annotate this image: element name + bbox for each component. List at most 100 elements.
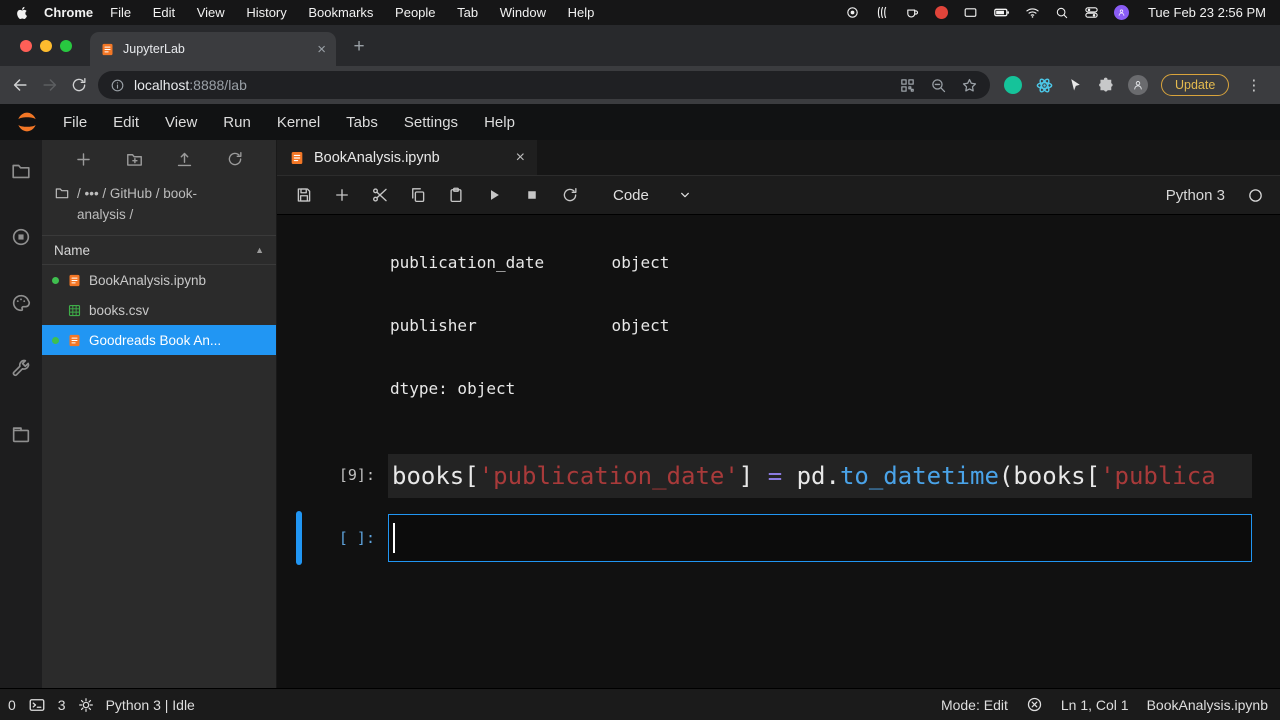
jl-menu-run[interactable]: Run [210, 114, 264, 131]
document-tab-bar: BookAnalysis.ipynb × [277, 140, 1280, 176]
macos-menu-history[interactable]: History [237, 5, 295, 20]
browser-tab-jupyterlab[interactable]: JupyterLab × [90, 32, 336, 66]
kernel-count[interactable]: 0 [8, 697, 16, 713]
active-cell-collapser[interactable] [296, 511, 302, 565]
window-zoom-button[interactable] [60, 40, 72, 52]
new-launcher-icon[interactable] [74, 150, 93, 169]
notifications-off-icon[interactable] [1026, 696, 1043, 713]
jl-menu-view[interactable]: View [152, 114, 210, 131]
file-browser-icon[interactable] [10, 160, 32, 182]
kernel-status-text[interactable]: Python 3 | Idle [106, 697, 195, 713]
bookmark-star-icon[interactable] [961, 77, 978, 94]
keyboard-icon[interactable] [963, 5, 978, 20]
home-folder-icon[interactable] [54, 185, 70, 201]
restart-kernel-icon[interactable] [561, 186, 579, 204]
code-cell-editor[interactable]: books['publication_date'] = pd.to_dateti… [388, 454, 1252, 498]
cursor-position[interactable]: Ln 1, Col 1 [1061, 697, 1129, 713]
kernel-indicator[interactable]: Python 3 [1166, 187, 1264, 204]
jl-menu-kernel[interactable]: Kernel [264, 114, 333, 131]
screen: Chrome File Edit View History Bookmarks … [0, 0, 1280, 720]
active-cell-editor[interactable] [388, 514, 1252, 562]
open-tabs-icon[interactable] [10, 424, 32, 446]
address-bar[interactable]: localhost:8888/lab [98, 71, 990, 99]
cursor-extension-icon[interactable] [1067, 77, 1084, 94]
browser-profile-avatar[interactable] [1128, 75, 1148, 95]
sort-caret-icon[interactable]: ▲ [255, 245, 264, 255]
refresh-icon[interactable] [226, 150, 244, 168]
command-palette-icon[interactable] [10, 292, 32, 314]
terminal-count[interactable]: 3 [58, 697, 66, 713]
reload-button[interactable] [70, 76, 88, 94]
macos-menu-file[interactable]: File [101, 5, 140, 20]
grammarly-extension-icon[interactable] [1004, 76, 1022, 94]
kernel-status-icon[interactable] [1247, 187, 1264, 204]
paste-cells-icon[interactable] [447, 186, 465, 204]
macos-menu-people[interactable]: People [386, 5, 444, 20]
add-cell-icon[interactable] [333, 186, 351, 204]
jl-menu-file[interactable]: File [50, 114, 100, 131]
red-app-icon[interactable] [935, 6, 948, 19]
copy-cells-icon[interactable] [409, 186, 427, 204]
macos-menu-bookmarks[interactable]: Bookmarks [299, 5, 382, 20]
macos-app-name[interactable]: Chrome [44, 5, 93, 20]
breadcrumb-path[interactable]: / ••• / GitHub / book-analysis / [77, 183, 229, 225]
forward-button[interactable] [40, 75, 60, 95]
tab-close-icon[interactable]: × [317, 42, 326, 57]
file-item-bookscsv[interactable]: books.csv [42, 295, 276, 325]
active-empty-cell[interactable]: [ ]: [277, 514, 1280, 562]
interrupt-kernel-icon[interactable] [523, 186, 541, 204]
new-tab-button[interactable]: + [344, 32, 374, 62]
jl-menu-settings[interactable]: Settings [391, 114, 471, 131]
breadcrumb[interactable]: / ••• / GitHub / book-analysis / [42, 178, 276, 235]
tab-close-icon[interactable]: × [516, 149, 525, 167]
name-column-label[interactable]: Name [54, 243, 90, 258]
spotlight-icon[interactable] [1055, 6, 1069, 20]
chrome-update-button[interactable]: Update [1161, 74, 1229, 96]
control-center-icon[interactable] [1084, 5, 1099, 20]
gear-icon[interactable] [78, 697, 94, 713]
zoom-out-icon[interactable] [930, 77, 947, 94]
atom-extension-icon[interactable] [1035, 76, 1054, 95]
menu-bar-clock[interactable]: Tue Feb 23 2:56 PM [1148, 5, 1266, 20]
notebook-content[interactable]: publication_date object publisher object… [277, 215, 1280, 688]
back-button[interactable] [10, 75, 30, 95]
cell-type-dropdown[interactable]: Code [613, 187, 693, 204]
active-file-name[interactable]: BookAnalysis.ipynb [1147, 697, 1268, 713]
file-item-bookanalysis[interactable]: BookAnalysis.ipynb [42, 265, 276, 295]
jl-menu-help[interactable]: Help [471, 114, 528, 131]
new-folder-icon[interactable] [125, 150, 144, 169]
macos-menu-tab[interactable]: Tab [448, 5, 487, 20]
save-icon[interactable] [295, 186, 313, 204]
file-item-goodreads-selected[interactable]: Goodreads Book An... [42, 325, 276, 355]
window-minimize-button[interactable] [40, 40, 52, 52]
macos-menu-window[interactable]: Window [491, 5, 555, 20]
terminal-icon[interactable] [28, 696, 46, 714]
url-text[interactable]: localhost:8888/lab [134, 77, 247, 93]
code-cell-9[interactable]: [9]: books['publication_date'] = pd.to_d… [277, 454, 1280, 498]
macos-menu-help[interactable]: Help [559, 5, 604, 20]
browser-menu-icon[interactable]: ⋮ [1242, 76, 1265, 94]
macos-menu-view[interactable]: View [188, 5, 234, 20]
cut-cells-icon[interactable] [371, 186, 389, 204]
run-cell-icon[interactable] [485, 186, 503, 204]
running-sessions-icon[interactable] [10, 226, 32, 248]
site-info-icon[interactable] [110, 78, 125, 93]
jl-menu-tabs[interactable]: Tabs [333, 114, 391, 131]
upload-icon[interactable] [175, 150, 194, 169]
apple-menu-icon[interactable] [14, 5, 30, 21]
jl-menu-edit[interactable]: Edit [100, 114, 152, 131]
qr-code-icon[interactable] [899, 77, 916, 94]
notebook-tab[interactable]: BookAnalysis.ipynb × [277, 140, 537, 175]
coffee-icon[interactable] [905, 5, 920, 20]
battery-icon[interactable] [993, 4, 1010, 21]
screen-record-icon[interactable] [845, 5, 860, 20]
user-avatar[interactable] [1114, 5, 1129, 20]
extensions-puzzle-icon[interactable] [1097, 76, 1115, 94]
wifi-icon[interactable] [1025, 5, 1040, 20]
property-inspector-icon[interactable] [10, 358, 32, 380]
notebook-mode[interactable]: Mode: Edit [941, 697, 1008, 713]
window-close-button[interactable] [20, 40, 32, 52]
waves-icon[interactable] [875, 5, 890, 20]
macos-menu-edit[interactable]: Edit [144, 5, 184, 20]
file-list-header[interactable]: Name ▲ [42, 235, 276, 265]
